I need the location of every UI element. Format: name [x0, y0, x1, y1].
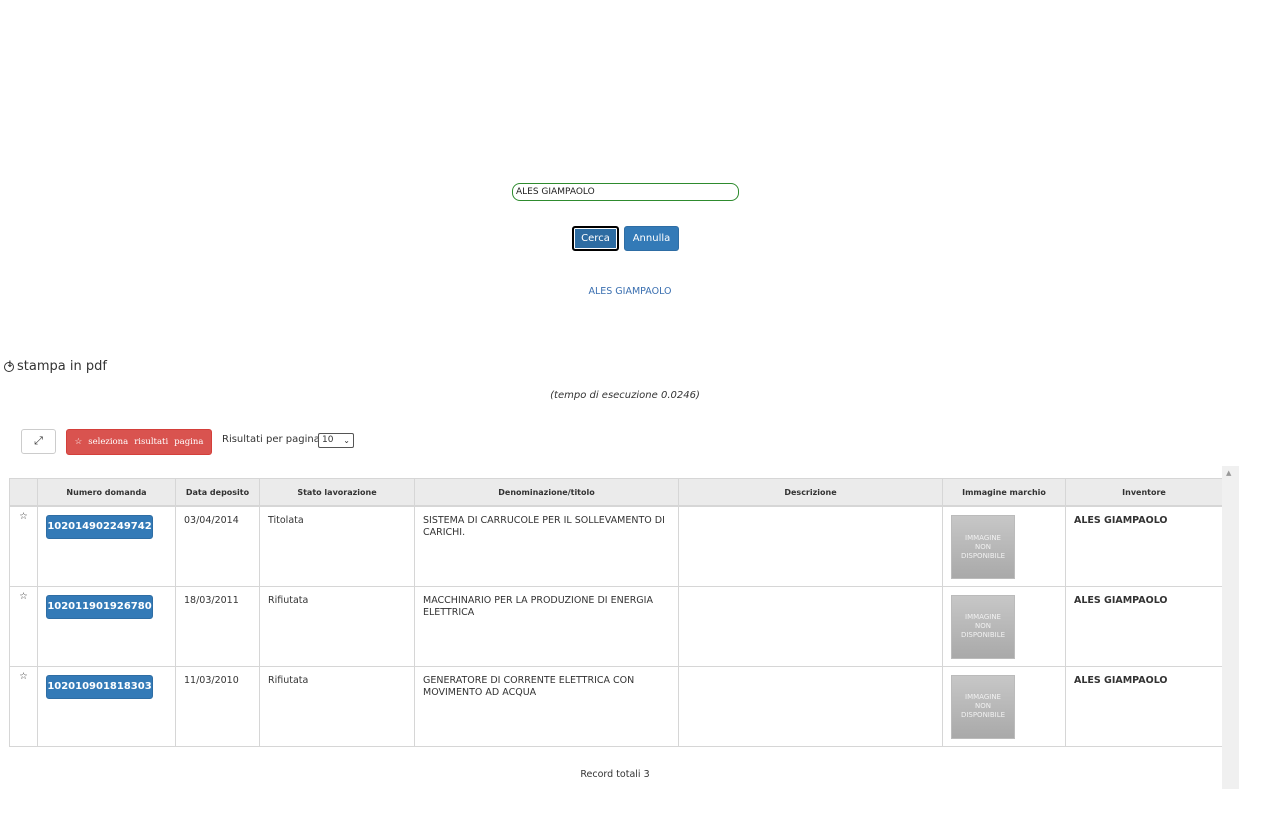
table-header-row: Numero domanda Data deposito Stato lavor… — [9, 478, 1223, 507]
descrizione — [678, 585, 943, 667]
denominazione: GENERATORE DI CORRENTE ELETTRICA CON MOV… — [414, 665, 679, 747]
favorite-star-icon[interactable]: ☆ — [9, 665, 38, 747]
chevron-down-icon: ⌄ — [343, 436, 350, 445]
header-star — [9, 478, 38, 507]
placeholder-line: DISPONIBILE — [960, 551, 1006, 560]
header-inventore[interactable]: Inventore — [1065, 478, 1223, 507]
results-per-page-label: Risultati per pagina: — [222, 434, 324, 445]
results-table: Numero domanda Data deposito Stato lavor… — [9, 478, 1223, 747]
header-immagine-marchio[interactable]: Immagine marchio — [942, 478, 1066, 507]
select-word: risultati — [134, 437, 169, 447]
denominazione: MACCHINARIO PER LA PRODUZIONE DI ENERGIA… — [414, 585, 679, 667]
stato-lavorazione: Rifiutata — [259, 585, 415, 667]
vertical-scrollbar[interactable]: ▲ — [1222, 466, 1239, 789]
table-row: ☆ 102014902249742 03/04/2014 Titolata SI… — [9, 505, 1223, 587]
table-row: ☆ 102011901926780 18/03/2011 Rifiutata M… — [9, 585, 1223, 667]
header-descrizione[interactable]: Descrizione — [678, 478, 943, 507]
numero-domanda-button[interactable]: 102011901926780 — [46, 594, 153, 619]
download-icon — [4, 360, 14, 372]
author-link[interactable]: ALES GIAMPAOLO — [560, 286, 700, 297]
descrizione — [678, 505, 943, 587]
header-data-deposito[interactable]: Data deposito — [175, 478, 260, 507]
total-records: Record totali 3 — [580, 769, 650, 780]
favorite-star-icon[interactable]: ☆ — [9, 505, 38, 587]
results-per-page-value: 10 — [322, 435, 334, 445]
stato-lavorazione: Rifiutata — [259, 665, 415, 747]
placeholder-line: IMMAGINE — [965, 693, 1001, 701]
data-deposito: 03/04/2014 — [175, 505, 260, 587]
execution-time: (tempo di esecuzione 0.0246) — [550, 390, 700, 401]
favorite-star-icon[interactable]: ☆ — [9, 585, 38, 667]
header-numero-domanda[interactable]: Numero domanda — [37, 478, 176, 507]
expand-icon: ⤢ — [34, 434, 43, 447]
data-deposito: 11/03/2010 — [175, 665, 260, 747]
data-deposito: 18/03/2011 — [175, 585, 260, 667]
inventore: ALES GIAMPAOLO — [1065, 505, 1223, 587]
header-stato-lavorazione[interactable]: Stato lavorazione — [259, 478, 415, 507]
numero-domanda-button[interactable]: 102010901818303 — [46, 674, 153, 699]
placeholder-line: IMMAGINE — [965, 533, 1001, 542]
placeholder-line: DISPONIBILE — [960, 711, 1006, 719]
select-word: pagina — [174, 437, 204, 447]
star-icon: ☆ — [74, 437, 83, 447]
denominazione: SISTEMA DI CARRUCOLE PER IL SOLLEVAMENTO… — [414, 505, 679, 587]
image-unavailable-placeholder: IMMAGINE NON DISPONIBILE — [951, 594, 1015, 659]
placeholder-line: NON — [975, 622, 991, 630]
inventore: ALES GIAMPAOLO — [1065, 665, 1223, 747]
stato-lavorazione: Titolata — [259, 505, 415, 587]
table-row: ☆ 102010901818303 11/03/2010 Rifiutata G… — [9, 665, 1223, 747]
image-unavailable-placeholder: IMMAGINE NON DISPONIBILE — [951, 674, 1015, 739]
header-denominazione[interactable]: Denominazione/titolo — [414, 478, 679, 507]
descrizione — [678, 665, 943, 747]
inventore: ALES GIAMPAOLO — [1065, 585, 1223, 667]
cerca-button[interactable]: Cerca — [572, 226, 619, 251]
numero-domanda-button[interactable]: 102014902249742 — [46, 515, 153, 539]
stampa-pdf-link[interactable]: stampa in pdf — [4, 359, 107, 374]
placeholder-line: IMMAGINE — [965, 613, 1001, 621]
stampa-pdf-label: stampa in pdf — [17, 359, 107, 374]
image-unavailable-placeholder: IMMAGINE NON DISPONIBILE — [951, 515, 1015, 579]
results-per-page-select[interactable]: 10 ⌄ — [318, 433, 354, 448]
annulla-button[interactable]: Annulla — [624, 226, 679, 251]
placeholder-line: DISPONIBILE — [960, 631, 1006, 639]
select-word: seleziona — [88, 437, 129, 447]
select-page-results-button[interactable]: ☆ seleziona risultati pagina — [66, 429, 212, 455]
search-input[interactable] — [512, 183, 739, 201]
placeholder-line: NON — [975, 542, 991, 551]
expand-button[interactable]: ⤢ — [21, 429, 56, 454]
placeholder-line: NON — [975, 702, 991, 710]
scroll-up-icon[interactable]: ▲ — [1226, 469, 1231, 477]
